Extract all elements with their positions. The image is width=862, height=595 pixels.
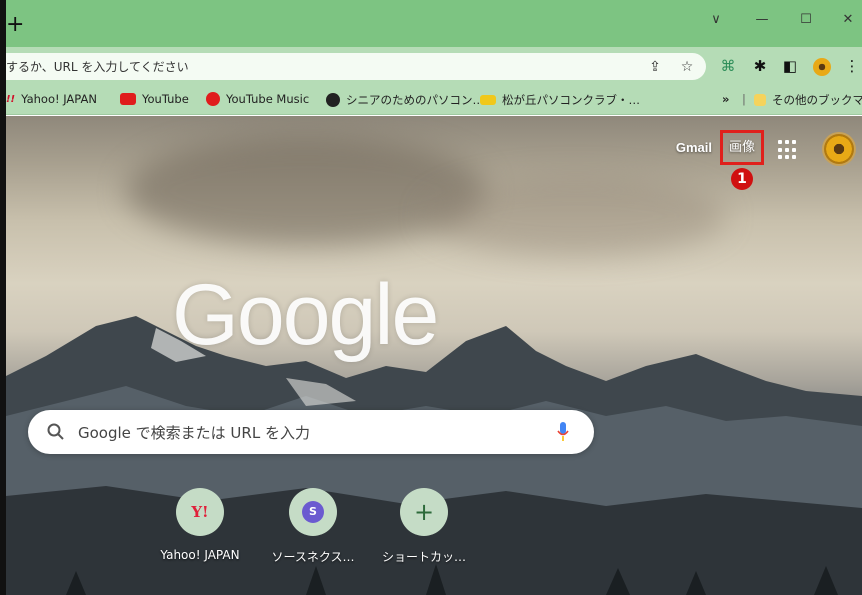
add-icon: + <box>413 498 435 526</box>
yahoo-icon: Y! <box>191 503 209 521</box>
bookmark-pc-club[interactable]: 松が丘パソコンクラブ・… <box>480 92 640 108</box>
close-button[interactable]: ✕ <box>838 10 858 30</box>
step-marker: 1 <box>731 168 753 190</box>
shortcut-label: Yahoo! JAPAN <box>160 548 240 562</box>
toolbar: するか、URL を入力してください ⇪ ☆ ⌘ ✱ ◧ ⋮ <box>6 47 862 85</box>
bookmark-yahoo[interactable]: !! Yahoo! JAPAN <box>6 92 97 106</box>
tab-search-button[interactable]: ∨ <box>706 10 726 30</box>
profile-icon[interactable] <box>812 56 832 76</box>
minimize-button[interactable]: — <box>752 10 772 30</box>
address-bar[interactable]: するか、URL を入力してください ⇪ ☆ <box>6 53 706 80</box>
mic-icon[interactable] <box>556 421 570 443</box>
account-avatar[interactable] <box>822 132 856 166</box>
shortcut-label: ソースネクス… <box>271 550 355 564</box>
bookmark-youtube-music[interactable]: YouTube Music <box>206 92 309 106</box>
shortcut-sourcenext[interactable]: S ソースネクス… <box>263 488 363 565</box>
sourcenext-icon: S <box>302 501 324 523</box>
bookmark-senior-pc[interactable]: シニアのためのパソコン… <box>326 92 484 108</box>
browser-window: + ∨ — ☐ ✕ するか、URL を入力してください ⇪ ☆ ⌘ ✱ ◧ ⋮ … <box>0 0 862 595</box>
bookmark-label: YouTube Music <box>226 92 310 106</box>
youtube-icon <box>120 93 136 105</box>
menu-icon[interactable]: ⋮ <box>842 56 862 76</box>
search-icon <box>47 423 64 440</box>
club-icon <box>480 95 496 105</box>
share-icon[interactable]: ⇪ <box>646 58 664 76</box>
bookmarks-bar: !! Yahoo! JAPAN YouTube YouTube Music シニ… <box>6 85 862 115</box>
shortcut-tile: Y! <box>176 488 224 536</box>
bookmark-label: Yahoo! JAPAN <box>21 92 97 106</box>
side-panel-icon[interactable]: ◧ <box>780 56 800 76</box>
folder-icon <box>754 94 766 106</box>
bookmark-youtube[interactable]: YouTube <box>120 92 189 106</box>
shortcut-yahoo[interactable]: Y! Yahoo! JAPAN <box>150 488 250 562</box>
images-link[interactable]: 画像 <box>720 130 764 165</box>
address-bar-text: するか、URL を入力してください <box>6 60 189 74</box>
yahoo-icon: !! <box>6 93 16 105</box>
gmail-link[interactable]: Gmail <box>676 140 712 155</box>
shortcut-add[interactable]: + ショートカッ… <box>374 488 474 565</box>
bookmarks-divider: | <box>742 92 746 106</box>
bookmark-label: 松が丘パソコンクラブ・… <box>502 93 640 107</box>
star-icon[interactable]: ☆ <box>678 58 696 76</box>
title-bar: + ∨ — ☐ ✕ <box>6 0 862 47</box>
extension-icon[interactable]: ⌘ <box>718 56 738 76</box>
new-tab-page: Gmail 画像 1 Google Google で検索または URL を入力 <box>6 116 862 595</box>
bookmark-label: YouTube <box>142 92 189 106</box>
new-tab-button[interactable]: + <box>6 14 24 36</box>
globe-icon <box>326 93 340 107</box>
other-bookmarks[interactable]: その他のブックマーク <box>754 92 862 108</box>
shortcut-tile: + <box>400 488 448 536</box>
bookmarks-overflow-button[interactable]: » <box>722 92 729 106</box>
shortcut-tile: S <box>289 488 337 536</box>
google-logo: Google <box>172 267 439 363</box>
bookmark-label: シニアのためのパソコン… <box>346 93 484 107</box>
search-input[interactable]: Google で検索または URL を入力 <box>78 422 310 443</box>
puzzle-icon[interactable]: ✱ <box>750 56 770 76</box>
search-box[interactable]: Google で検索または URL を入力 <box>28 410 594 454</box>
maximize-button[interactable]: ☐ <box>796 10 816 30</box>
apps-icon[interactable] <box>778 140 798 160</box>
bookmark-label: その他のブックマーク <box>772 93 862 107</box>
shortcut-label: ショートカッ… <box>381 550 466 564</box>
youtube-music-icon <box>206 92 220 106</box>
